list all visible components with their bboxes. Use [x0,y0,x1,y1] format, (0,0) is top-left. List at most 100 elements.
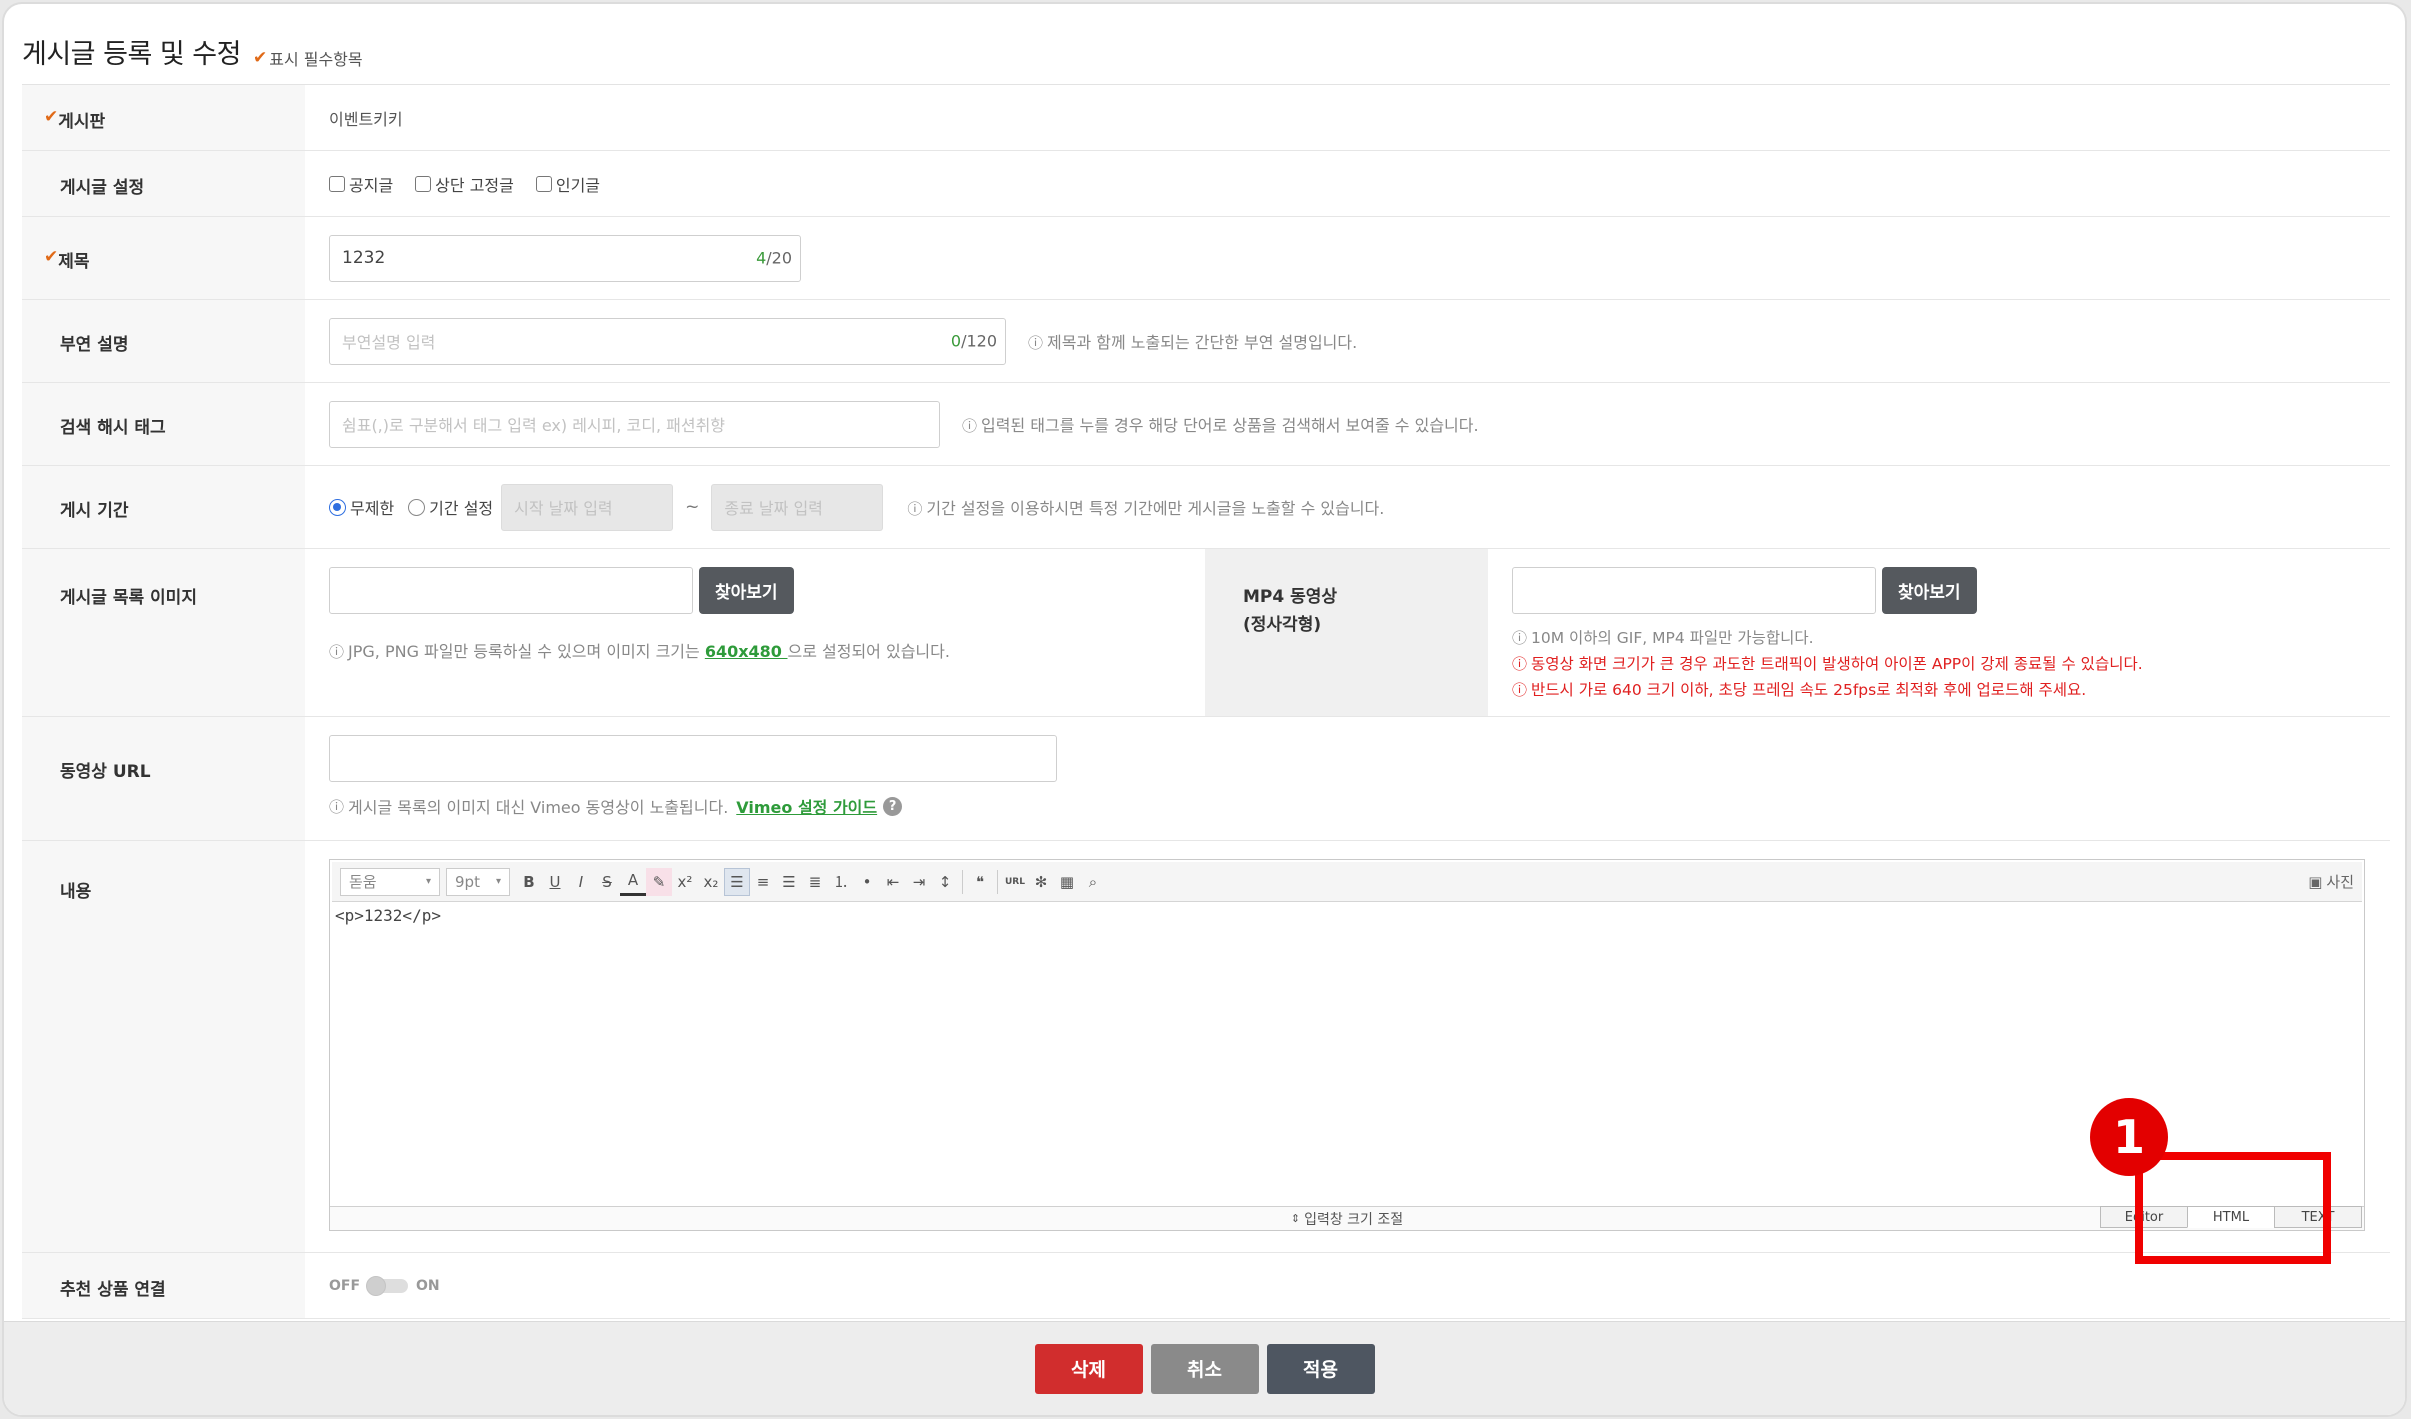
unlimited-radio[interactable]: 무제한 [329,495,394,519]
period-cell: 무제한 기간 설정 시작 날짜 입력 ~ 종료 날짜 입력 ⓘ 기간 설정을 이용… [305,466,2390,548]
align-center-icon[interactable]: ≡ [750,868,776,896]
photo-button[interactable]: ▣ 사진 [2308,871,2354,892]
outdent-icon[interactable]: ⇤ [880,868,906,896]
mp4-warning-2: ⓘ 반드시 가로 640 크기 이하, 초당 프레임 속도 25fps로 최적화 … [1512,681,2087,699]
period-hint: ⓘ 기간 설정을 이용하시면 특정 기간에만 게시글을 노출할 수 있습니다. [907,499,1385,518]
title-label: 제목 [58,252,90,272]
mp4-browse-button[interactable]: 찾아보기 [1882,567,1977,614]
mp4-file-input[interactable] [1512,567,1876,614]
info-icon: ⓘ [329,643,345,661]
board-label-cell: ✔ 게시판 [22,85,305,150]
help-icon[interactable]: ? [883,796,903,816]
warning-icon: ⓘ [1512,655,1528,673]
hashtag-input[interactable]: 쉼표(,)로 구분해서 태그 입력 ex) 레시피, 코디, 패션취향 [329,400,940,448]
page-title: 게시글 등록 및 수정 [22,39,241,70]
text-color-icon[interactable]: A [620,868,646,896]
annotation-highlight-box [2135,1152,2331,1264]
list-image-file-input[interactable] [329,567,693,614]
font-size-select[interactable]: 9pt ▾ [446,867,510,896]
link-icon[interactable]: URL [1002,868,1028,896]
editor-resize-bar[interactable]: ⇕ 입력창 크기 조절 [330,1206,2364,1230]
italic-icon[interactable]: I [568,868,594,896]
cancel-button[interactable]: 취소 [1150,1343,1259,1394]
hashtag-placeholder: 쉼표(,)로 구분해서 태그 입력 ex) 레시피, 코디, 패션취향 [342,416,726,435]
notice-checkbox-label: 공지글 [349,175,394,195]
toolbar-separator [997,869,998,894]
image-size-link[interactable]: 640x480 [705,642,788,661]
quote-icon[interactable]: ❝ [967,868,993,896]
row-subtitle: 부연 설명 부연설명 입력 0/120 ⓘ 제목과 함께 노출되는 간단한 부연 … [22,300,2390,383]
range-radio-label: 기간 설정 [429,499,494,518]
special-char-icon[interactable]: ✻ [1028,868,1054,896]
subtitle-char-count: 0/120 [950,331,997,351]
post-settings-label: 게시글 설정 [22,151,305,216]
pin-top-checkbox-label: 상단 고정글 [435,175,514,195]
title-char-count: 4/20 [756,248,792,268]
align-left-icon[interactable]: ☰ [724,867,750,896]
mp4-label: MP4 동영상 [1243,587,1338,607]
align-justify-icon[interactable]: ≣ [802,868,828,896]
checkbox-box[interactable] [329,175,345,192]
mp4-label-sub: (정사각형) [1243,615,1322,635]
notice-checkbox[interactable]: 공지글 [329,172,393,196]
mp4-warning-1: ⓘ 동영상 화면 크기가 큰 경우 과도한 트래픽이 발생하여 아이폰 APP이 … [1512,655,2143,673]
range-radio[interactable]: 기간 설정 [408,495,493,519]
row-content: 내용 돋움 ▾ 9pt ▾ B U I S A ✎ x² x₂ ☰ ≡ ☰ ≣ … [22,841,2390,1253]
video-url-input[interactable] [329,735,1057,782]
line-height-icon[interactable]: ↕ [932,868,958,896]
indent-icon[interactable]: ⇥ [906,868,932,896]
strikethrough-icon[interactable]: S [594,868,620,896]
bold-icon[interactable]: B [516,868,542,896]
date-range-tilde: ~ [685,497,700,517]
title-input[interactable]: 1232 4/20 [329,234,801,282]
checkbox-box[interactable] [415,175,432,192]
numbered-list-icon[interactable]: ⒈ [828,868,854,896]
align-right-icon[interactable]: ☰ [776,868,802,896]
list-image-hint: ⓘ JPG, PNG 파일만 등록하실 수 있으며 이미지 크기는 640x480… [329,642,950,661]
resize-arrows-icon: ⇕ [1290,1212,1301,1225]
popular-checkbox-label: 인기글 [555,175,601,195]
radio-dot[interactable] [408,498,426,516]
editor-html-source[interactable]: <p>1232</p> [332,904,2362,1204]
subscript-icon[interactable]: x₂ [698,868,724,896]
row-post-settings: 게시글 설정 공지글 상단 고정글 인기글 [22,151,2390,217]
list-image-browse-button[interactable]: 찾아보기 [699,567,794,614]
required-note: ✔ 표시 필수항목 [253,46,363,70]
title-label-cell: ✔ 제목 [22,217,305,299]
popular-checkbox[interactable]: 인기글 [535,172,601,196]
table-icon[interactable]: ▦ [1054,868,1080,896]
radio-dot-selected[interactable] [329,498,346,516]
row-title: ✔ 제목 1232 4/20 [22,217,2390,300]
find-icon[interactable]: ⌕ [1080,868,1106,896]
apply-button[interactable]: 적용 [1266,1343,1375,1394]
superscript-icon[interactable]: x² [672,868,698,896]
editor-toolbar: 돋움 ▾ 9pt ▾ B U I S A ✎ x² x₂ ☰ ≡ ☰ ≣ ⒈ •… [332,862,2362,902]
vimeo-guide-link[interactable]: Vimeo 설정 가이드 [736,794,877,818]
list-image-label: 게시글 목록 이미지 [22,549,305,716]
pin-top-checkbox[interactable]: 상단 고정글 [415,172,514,196]
recommend-toggle[interactable]: OFF ON [329,1275,440,1296]
end-date-input[interactable]: 종료 날짜 입력 [711,483,884,531]
highlight-icon[interactable]: ✎ [646,867,672,896]
title-input-cell: 1232 4/20 [305,217,2390,299]
post-settings-options: 공지글 상단 고정글 인기글 [305,151,2390,216]
required-note-text: 표시 필수항목 [269,50,363,69]
start-date-placeholder: 시작 날짜 입력 [514,499,613,518]
recommend-label: 추천 상품 연결 [22,1253,305,1318]
row-video-url: 동영상 URL ⓘ 게시글 목록의 이미지 대신 Vimeo 동영상이 노출됩니다… [22,717,2390,841]
delete-button[interactable]: 삭제 [1034,1343,1143,1394]
hashtag-label: 검색 해시 태그 [22,383,305,465]
checkbox-box[interactable] [535,175,552,192]
subtitle-input[interactable]: 부연설명 입력 0/120 [329,317,1006,365]
toggle-switch[interactable] [366,1275,409,1296]
toggle-knob[interactable] [366,1275,387,1296]
start-date-input[interactable]: 시작 날짜 입력 [501,483,674,531]
font-family-select[interactable]: 돋움 ▾ [340,867,440,896]
row-board: ✔ 게시판 이벤트키키 [22,85,2390,151]
info-icon: ⓘ [329,797,345,816]
row-hashtag: 검색 해시 태그 쉼표(,)로 구분해서 태그 입력 ex) 레시피, 코디, … [22,383,2390,466]
page-header: 게시글 등록 및 수정 ✔ 표시 필수항목 [22,32,363,71]
period-label: 게시 기간 [22,466,305,548]
underline-icon[interactable]: U [542,868,568,896]
bullet-list-icon[interactable]: • [854,868,880,896]
